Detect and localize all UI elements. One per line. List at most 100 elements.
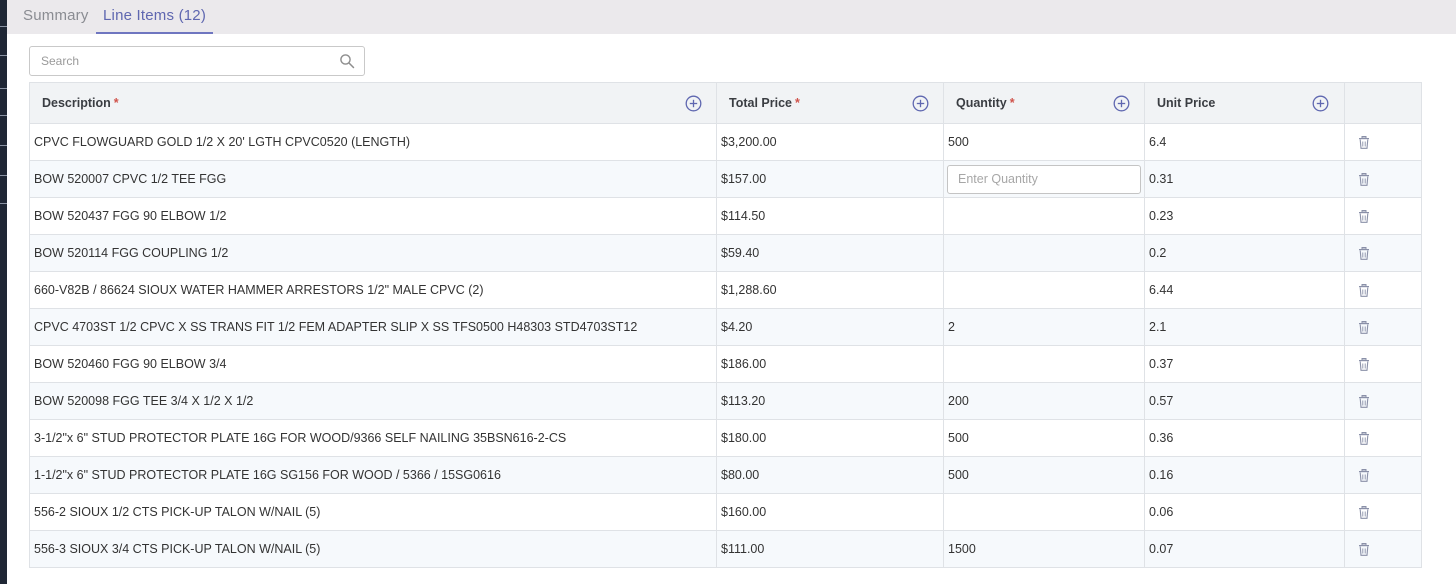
quantity-cell[interactable] [943,271,1145,309]
tab-summary[interactable]: Summary [23,0,89,34]
rail-icon[interactable] [0,145,7,151]
total-price-cell[interactable]: $157.00 [716,160,944,198]
column-header-quantity[interactable]: Quantity * [943,82,1145,124]
unit-price-cell[interactable]: 0.37 [1144,345,1345,383]
actions-cell [1344,160,1422,198]
quantity-cell[interactable] [943,234,1145,272]
unit-price-cell[interactable]: 0.31 [1144,160,1345,198]
unit-price-cell[interactable]: 6.4 [1144,123,1345,161]
description-cell[interactable]: BOW 520098 FGG TEE 3/4 X 1/2 X 1/2 [29,382,717,420]
table-header-row: Description * Total Price * Quantity * Unit… [29,82,1422,124]
trash-icon[interactable] [1358,469,1370,482]
description-cell[interactable]: 1-1/2"x 6" STUD PROTECTOR PLATE 16G SG15… [29,456,717,494]
actions-cell [1344,382,1422,420]
table-row: 556-3 SIOUX 3/4 CTS PICK-UP TALON W/NAIL… [29,530,1422,568]
table-row: BOW 520114 FGG COUPLING 1/2 $59.40 0.2 [29,234,1422,272]
description-cell[interactable]: CPVC FLOWGUARD GOLD 1/2 X 20' LGTH CPVC0… [29,123,717,161]
quantity-cell[interactable] [943,493,1145,531]
quantity-cell[interactable]: 1500 [943,530,1145,568]
rail-icon[interactable] [0,175,7,181]
unit-price-cell[interactable]: 0.36 [1144,419,1345,457]
rail-icon[interactable] [0,115,7,121]
total-price-cell[interactable]: $113.20 [716,382,944,420]
unit-price-cell[interactable]: 0.07 [1144,530,1345,568]
column-header-unit-price[interactable]: Unit Price [1144,82,1345,124]
search-input[interactable] [30,47,330,75]
column-label: Quantity [956,96,1007,110]
table-row: BOW 520007 CPVC 1/2 TEE FGG$157.00 0.31 [29,160,1422,198]
total-price-cell[interactable]: $1,288.60 [716,271,944,309]
required-marker: * [794,96,800,110]
total-price-cell[interactable]: $186.00 [716,345,944,383]
column-header-actions [1344,82,1422,124]
trash-icon[interactable] [1358,432,1370,445]
search-icon[interactable] [339,53,355,69]
total-price-cell[interactable]: $4.20 [716,308,944,346]
trash-icon[interactable] [1358,395,1370,408]
rail-icon[interactable] [0,55,7,61]
quantity-cell[interactable]: 200 [943,382,1145,420]
table-row: CPVC FLOWGUARD GOLD 1/2 X 20' LGTH CPVC0… [29,123,1422,161]
total-price-cell[interactable]: $111.00 [716,530,944,568]
rail-icon[interactable] [0,26,7,32]
column-header-description[interactable]: Description * [29,82,717,124]
tab-line-items[interactable]: Line Items (12) [96,0,214,34]
actions-cell [1344,456,1422,494]
trash-icon[interactable] [1358,210,1370,223]
unit-price-cell[interactable]: 0.2 [1144,234,1345,272]
trash-icon[interactable] [1358,136,1370,149]
quantity-cell[interactable] [943,197,1145,235]
description-cell[interactable]: 3-1/2"x 6" STUD PROTECTOR PLATE 16G FOR … [29,419,717,457]
table-row: CPVC 4703ST 1/2 CPVC X SS TRANS FIT 1/2 … [29,308,1422,346]
table-row: 3-1/2"x 6" STUD PROTECTOR PLATE 16G FOR … [29,419,1422,457]
description-cell[interactable]: BOW 520114 FGG COUPLING 1/2 [29,234,717,272]
description-cell[interactable]: CPVC 4703ST 1/2 CPVC X SS TRANS FIT 1/2 … [29,308,717,346]
column-header-total-price[interactable]: Total Price * [716,82,944,124]
total-price-cell[interactable]: $80.00 [716,456,944,494]
trash-icon[interactable] [1358,284,1370,297]
plus-circle-icon[interactable] [685,95,702,112]
unit-price-cell[interactable]: 6.44 [1144,271,1345,309]
quantity-cell[interactable] [943,345,1145,383]
unit-price-cell[interactable]: 2.1 [1144,308,1345,346]
trash-icon[interactable] [1358,543,1370,556]
search-box [29,46,365,76]
unit-price-cell[interactable]: 0.06 [1144,493,1345,531]
column-label: Total Price [729,96,792,110]
column-label: Unit Price [1157,96,1216,110]
trash-icon[interactable] [1358,247,1370,260]
plus-circle-icon[interactable] [1113,95,1130,112]
total-price-cell[interactable]: $160.00 [716,493,944,531]
total-price-cell[interactable]: $59.40 [716,234,944,272]
trash-icon[interactable] [1358,358,1370,371]
plus-circle-icon[interactable] [1312,95,1329,112]
table-row: 556-2 SIOUX 1/2 CTS PICK-UP TALON W/NAIL… [29,493,1422,531]
quantity-input[interactable] [947,164,1141,194]
quantity-cell[interactable]: 500 [943,456,1145,494]
description-cell[interactable]: BOW 520460 FGG 90 ELBOW 3/4 [29,345,717,383]
description-cell[interactable]: 660-V82B / 86624 SIOUX WATER HAMMER ARRE… [29,271,717,309]
actions-cell [1344,123,1422,161]
total-price-cell[interactable]: $114.50 [716,197,944,235]
trash-icon[interactable] [1358,506,1370,519]
total-price-cell[interactable]: $3,200.00 [716,123,944,161]
trash-icon[interactable] [1358,173,1370,186]
table-row: 660-V82B / 86624 SIOUX WATER HAMMER ARRE… [29,271,1422,309]
quantity-cell[interactable]: 500 [943,123,1145,161]
rail-icon[interactable] [0,88,7,94]
description-cell[interactable]: BOW 520437 FGG 90 ELBOW 1/2 [29,197,717,235]
unit-price-cell[interactable]: 0.16 [1144,456,1345,494]
description-cell[interactable]: 556-2 SIOUX 1/2 CTS PICK-UP TALON W/NAIL… [29,493,717,531]
plus-circle-icon[interactable] [912,95,929,112]
total-price-cell[interactable]: $180.00 [716,419,944,457]
quantity-cell[interactable]: 500 [943,419,1145,457]
quantity-cell[interactable]: 2 [943,308,1145,346]
description-cell[interactable]: BOW 520007 CPVC 1/2 TEE FGG [29,160,717,198]
description-cell[interactable]: 556-3 SIOUX 3/4 CTS PICK-UP TALON W/NAIL… [29,530,717,568]
unit-price-cell[interactable]: 0.57 [1144,382,1345,420]
rail-icon[interactable] [0,203,7,209]
trash-icon[interactable] [1358,321,1370,334]
tab-bar: Summary Line Items (12) [7,0,1456,34]
actions-cell [1344,308,1422,346]
unit-price-cell[interactable]: 0.23 [1144,197,1345,235]
